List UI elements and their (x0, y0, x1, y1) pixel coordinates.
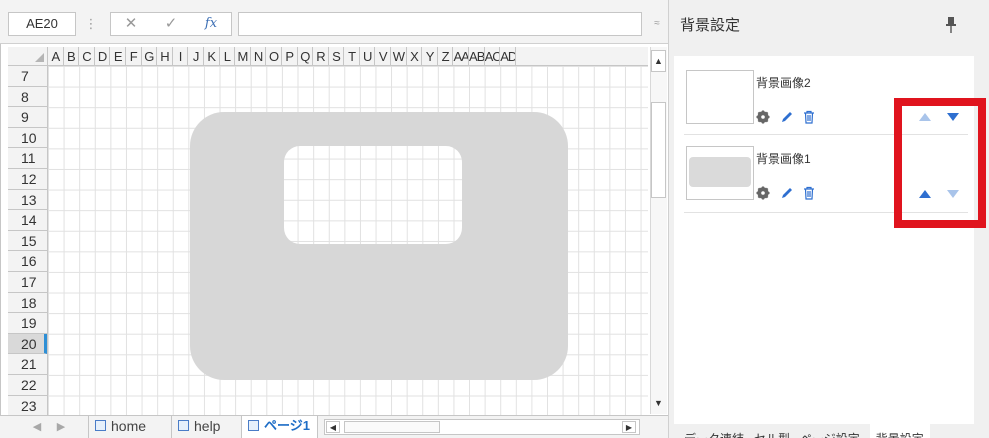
vertical-scroll-thumb[interactable] (651, 102, 666, 198)
next-sheet-icon[interactable]: ▶ (54, 419, 68, 435)
row-header[interactable]: 17 (8, 272, 47, 293)
column-header[interactable]: H (157, 47, 173, 65)
column-header[interactable]: AB (469, 47, 485, 65)
highlight-box (894, 98, 986, 228)
row-headers: 789101112131415161718192021222324 (8, 66, 48, 416)
sheet-tab-page1[interactable]: ページ1 (242, 416, 318, 438)
sheet-tab-label: ページ1 (264, 418, 310, 433)
column-header[interactable]: S (329, 47, 345, 65)
row-header[interactable]: 16 (8, 251, 47, 272)
sheet-icon (178, 420, 189, 431)
column-header[interactable]: X (407, 47, 423, 65)
column-header[interactable]: L (220, 47, 236, 65)
cancel-icon[interactable]: ✕ (111, 13, 151, 35)
sheet-tab-home[interactable]: home (88, 416, 172, 438)
row-header[interactable]: 21 (8, 354, 47, 375)
row-header[interactable]: 23 (8, 396, 47, 416)
column-header[interactable]: AA (453, 47, 470, 65)
edit-icon[interactable] (780, 186, 794, 200)
row-header[interactable]: 7 (8, 66, 47, 87)
formula-buttons: ✕ ✓ fx (110, 12, 232, 36)
row-header[interactable]: 20 (8, 333, 47, 355)
column-header[interactable]: W (391, 47, 407, 65)
column-header[interactable]: R (313, 47, 329, 65)
column-header[interactable]: F (126, 47, 142, 65)
scroll-up-icon[interactable]: ▲ (651, 50, 666, 72)
scroll-down-icon[interactable]: ▼ (651, 394, 666, 412)
sheet-tab-help[interactable]: help (172, 416, 242, 438)
column-header[interactable]: M (235, 47, 251, 65)
settings-icon[interactable] (756, 186, 770, 200)
background-image-thumbnail[interactable] (686, 70, 754, 124)
column-header[interactable]: A (48, 47, 64, 65)
row-header[interactable]: 13 (8, 190, 47, 211)
sheet-tab-label: home (111, 418, 147, 434)
thumbnail-preview (689, 157, 751, 187)
row-header[interactable]: 18 (8, 293, 47, 314)
sheet-icon (95, 420, 106, 431)
column-headers: A B C D E F G H I J K L M N O P Q R S T U V W X Y Z AA AB AC AD (48, 47, 648, 66)
background-image-cutout (284, 146, 462, 244)
horizontal-scroll-thumb[interactable] (344, 421, 440, 433)
column-header[interactable]: AD (500, 47, 516, 65)
column-header[interactable]: E (110, 47, 126, 65)
column-header[interactable]: D (95, 47, 111, 65)
column-header[interactable]: J (188, 47, 204, 65)
background-image-name: 背景画像2 (756, 76, 811, 90)
formula-input[interactable] (238, 12, 642, 36)
panel-tab[interactable]: ページ設定 (800, 424, 860, 438)
panel-tab[interactable]: データ連結 (684, 424, 744, 438)
edit-icon[interactable] (780, 110, 794, 124)
row-header[interactable]: 10 (8, 128, 47, 149)
panel-title: 背景設定 (680, 17, 741, 34)
background-image-thumbnail[interactable] (686, 146, 754, 200)
column-header[interactable]: B (64, 47, 80, 65)
collapse-formula-icon[interactable]: ≈ (648, 14, 666, 34)
row-header[interactable]: 22 (8, 375, 47, 396)
function-icon[interactable]: fx (191, 13, 231, 35)
column-header[interactable]: G (142, 47, 158, 65)
delete-icon[interactable] (802, 110, 816, 124)
row-header[interactable]: 14 (8, 210, 47, 231)
pin-icon[interactable] (944, 16, 958, 34)
column-header[interactable]: I (173, 47, 189, 65)
column-header[interactable]: Q (298, 47, 314, 65)
column-header[interactable]: C (79, 47, 95, 65)
panel-tab[interactable]: 背景設定 (869, 424, 930, 438)
row-header[interactable]: 19 (8, 313, 47, 334)
column-header[interactable]: V (375, 47, 392, 65)
column-header[interactable]: K (204, 47, 220, 65)
column-header[interactable]: P (282, 47, 298, 65)
column-header[interactable]: Z (438, 47, 454, 65)
column-header[interactable]: AC (485, 47, 501, 65)
background-image-name: 背景画像1 (756, 152, 811, 166)
prev-sheet-icon[interactable]: ◀ (30, 419, 44, 435)
row-header[interactable]: 8 (8, 87, 47, 108)
column-header[interactable]: U (360, 47, 376, 65)
select-all-corner[interactable] (8, 47, 48, 66)
panel-tabs: データ連結セル型ページ設定背景設定 (674, 424, 974, 438)
sheet-tab-label: help (194, 418, 221, 434)
column-header[interactable]: T (344, 47, 360, 65)
column-header[interactable]: Y (422, 47, 438, 65)
name-box-separator: ⋮ (84, 16, 98, 31)
column-header[interactable]: O (266, 47, 282, 65)
row-header[interactable]: 11 (8, 148, 47, 169)
scroll-left-icon[interactable]: ◀ (326, 421, 340, 433)
panel-tab[interactable]: セル型 (754, 424, 790, 438)
row-header[interactable]: 9 (8, 107, 47, 128)
column-header[interactable]: N (251, 47, 267, 65)
name-box[interactable]: AE20 (8, 12, 76, 36)
scroll-right-icon[interactable]: ▶ (622, 421, 636, 433)
row-header[interactable]: 15 (8, 231, 47, 252)
settings-icon[interactable] (756, 110, 770, 124)
sheet-icon (248, 420, 259, 431)
delete-icon[interactable] (802, 186, 816, 200)
confirm-icon[interactable]: ✓ (151, 13, 191, 35)
row-header[interactable]: 12 (8, 169, 47, 190)
